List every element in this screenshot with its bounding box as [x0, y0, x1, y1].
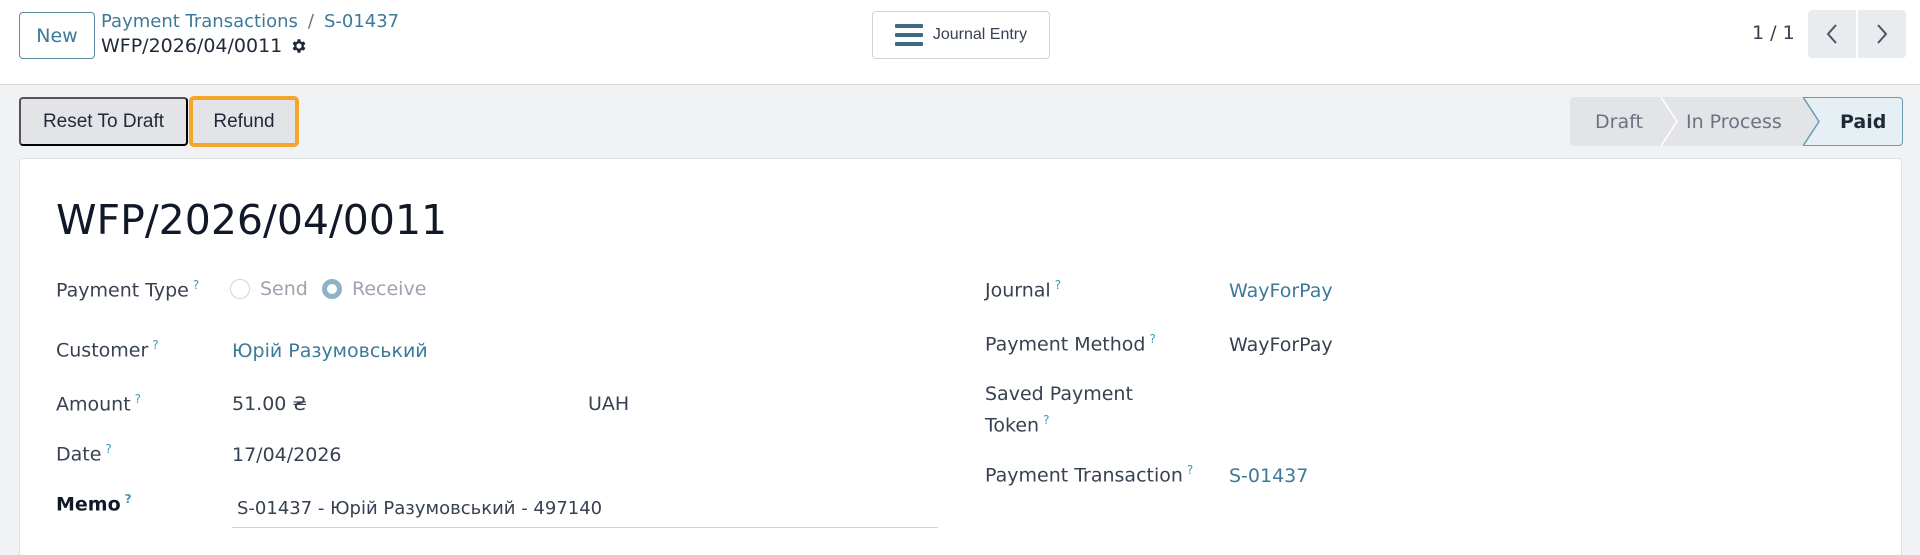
date-label: Date? [56, 442, 112, 466]
status-bar: Draft In Process Paid [1570, 97, 1903, 146]
refund-button[interactable]: Refund [189, 96, 299, 147]
payment-transaction-link[interactable]: S-01437 [1229, 465, 1308, 487]
memo-input[interactable] [232, 490, 938, 528]
journal-link[interactable]: WayForPay [1229, 280, 1333, 302]
hamburger-icon [894, 24, 923, 46]
breadcrumb: Payment Transactions / S-01437 [101, 11, 399, 32]
date-value[interactable]: 17/04/2026 [232, 444, 342, 466]
status-step-label: In Process [1686, 110, 1782, 133]
radio-unchecked-icon [230, 279, 250, 299]
breadcrumb-separator: / [307, 11, 314, 32]
radio-label: Receive [352, 278, 427, 300]
status-step-in-process[interactable]: In Process [1662, 97, 1820, 146]
breadcrumb-current[interactable]: S-01437 [324, 11, 399, 32]
amount-label: Amount? [56, 392, 142, 416]
record-name-text: WFP/2026/04/0011 [101, 35, 283, 57]
pager-next-button[interactable] [1858, 10, 1906, 58]
radio-checked-icon [322, 279, 342, 299]
control-panel: New Payment Transactions / S-01437 WFP/2… [0, 0, 1920, 85]
chevron-left-icon [1826, 24, 1837, 44]
reset-to-draft-button[interactable]: Reset To Draft [19, 97, 188, 146]
journal-entry-button[interactable]: Journal Entry [872, 11, 1050, 59]
saved-payment-token-label: Saved Payment [985, 383, 1133, 405]
customer-link[interactable]: Юрій Разумовський [232, 340, 428, 362]
status-step-draft[interactable]: Draft [1570, 97, 1678, 146]
gear-icon[interactable] [290, 37, 308, 55]
record-name: WFP/2026/04/0011 [101, 35, 308, 57]
chevron-right-icon [1877, 24, 1888, 44]
amount-value[interactable]: 51.00 ₴ [232, 393, 307, 415]
payment-method-value[interactable]: WayForPay [1229, 334, 1333, 356]
journal-label: Journal? [985, 278, 1062, 302]
payment-type-label: Payment Type? [56, 278, 200, 302]
payment-method-label: Payment Method? [985, 332, 1156, 356]
new-button[interactable]: New [19, 12, 95, 59]
memo-label: Memo? [56, 492, 132, 516]
breadcrumb-payment-transactions[interactable]: Payment Transactions [101, 11, 298, 32]
journal-entry-label: Journal Entry [932, 26, 1028, 43]
payment-type-receive-radio[interactable]: Receive [322, 278, 426, 300]
radio-label: Send [260, 278, 308, 300]
pager-value[interactable]: 1 / 1 [1752, 22, 1795, 44]
customer-label: Customer? [56, 338, 159, 362]
status-step-label: Draft [1595, 110, 1643, 133]
payment-type-send-radio[interactable]: Send [230, 278, 308, 300]
status-step-label: Paid [1840, 110, 1887, 133]
record-title: WFP/2026/04/0011 [56, 196, 448, 244]
pager-previous-button[interactable] [1808, 10, 1856, 58]
saved-payment-token-label-line2: Token? [985, 413, 1050, 437]
payment-transaction-label: Payment Transaction? [985, 463, 1194, 487]
currency-value[interactable]: UAH [588, 393, 629, 415]
